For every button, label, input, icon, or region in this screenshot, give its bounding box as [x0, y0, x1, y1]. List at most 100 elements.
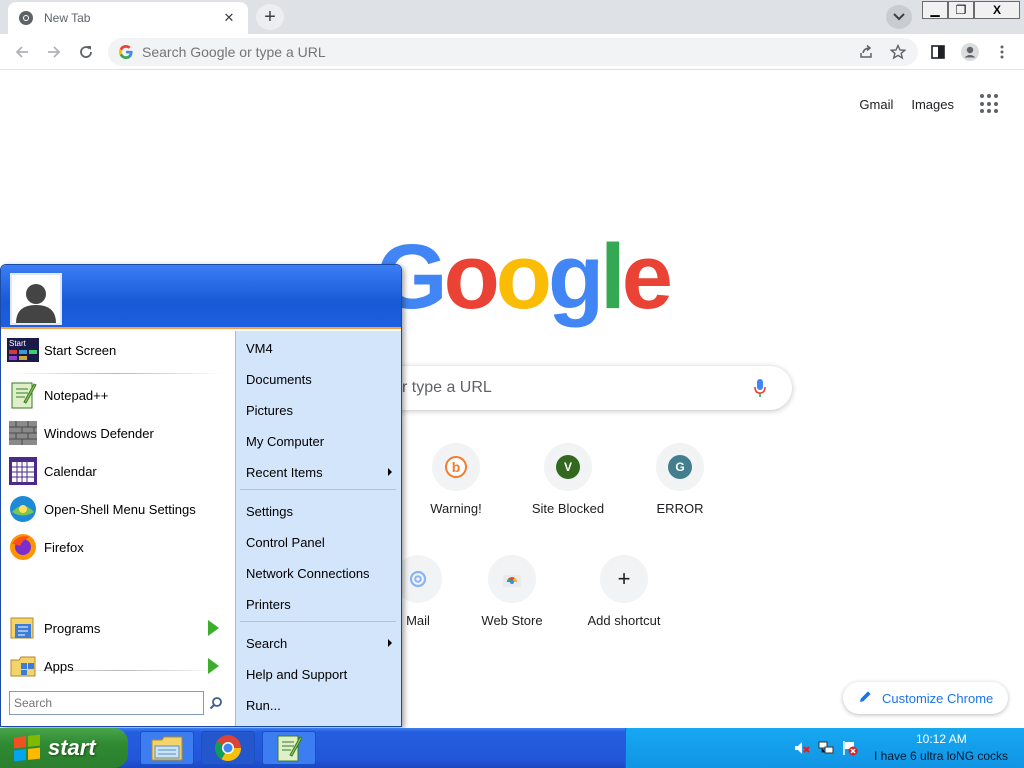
- menu-item-label: Firefox: [44, 539, 84, 555]
- browser-toolbar: [0, 34, 1024, 70]
- shortcut-label: Add shortcut: [587, 613, 661, 628]
- network-icon[interactable]: [818, 740, 834, 756]
- shortcut-label: Warning!: [430, 501, 482, 516]
- new-tab-button[interactable]: +: [256, 4, 284, 30]
- close-window-button[interactable]: X: [974, 1, 1020, 19]
- user-avatar-icon[interactable]: [10, 273, 62, 325]
- menu-item-control-panel[interactable]: Control Panel: [246, 530, 392, 554]
- shortcut-web-store[interactable]: Web Store: [456, 555, 568, 667]
- tab-title: New Tab: [44, 11, 91, 25]
- taskbar-chrome-button[interactable]: [201, 731, 255, 765]
- start-menu: Start Start Screen Notepad++ Windows Def…: [0, 264, 402, 727]
- shortcut-add[interactable]: + Add shortcut: [568, 555, 680, 667]
- profile-avatar-icon[interactable]: [958, 40, 982, 64]
- forward-icon[interactable]: [40, 38, 68, 66]
- svg-text:Start: Start: [9, 339, 27, 348]
- programs-icon: [7, 612, 39, 644]
- side-panel-icon[interactable]: [926, 40, 950, 64]
- menu-item-notepadpp[interactable]: Notepad++: [7, 378, 229, 412]
- volume-muted-icon[interactable]: [794, 740, 810, 756]
- menu-item-calendar[interactable]: Calendar: [7, 454, 229, 488]
- menu-item-programs[interactable]: Programs: [7, 611, 229, 645]
- ntp-header-links: Gmail Images: [859, 94, 1000, 114]
- clock-time[interactable]: 10:12 AM: [916, 732, 967, 746]
- bookmark-star-icon[interactable]: [886, 40, 910, 64]
- back-icon[interactable]: [8, 38, 36, 66]
- google-logo: Google: [376, 226, 673, 328]
- start-label: start: [48, 735, 96, 760]
- pencil-icon: [859, 690, 872, 706]
- clock-message: I have 6 ultra loNG cocks: [874, 749, 1009, 763]
- menu-item-openshell-settings[interactable]: Open-Shell Menu Settings: [7, 492, 229, 526]
- tab-strip: New Tab ✕ + ▁ ❐ X: [0, 0, 1024, 34]
- menu-item-documents[interactable]: Documents: [246, 367, 392, 391]
- reload-icon[interactable]: [72, 38, 100, 66]
- customize-chrome-button[interactable]: Customize Chrome: [843, 682, 1008, 714]
- menu-item-settings[interactable]: Settings: [246, 499, 392, 523]
- calendar-icon: [7, 455, 39, 487]
- tab-search-button[interactable]: [886, 5, 912, 29]
- menu-item-search[interactable]: Search: [246, 631, 392, 655]
- menu-item-help-support[interactable]: Help and Support: [246, 662, 392, 686]
- menu-item-label: Calendar: [44, 463, 97, 479]
- images-link[interactable]: Images: [911, 97, 954, 112]
- menu-item-network-connections[interactable]: Network Connections: [246, 561, 392, 585]
- menu-item-windows-defender[interactable]: Windows Defender: [7, 416, 229, 450]
- submenu-arrow-icon: [208, 658, 219, 674]
- submenu-arrow-icon: [388, 468, 392, 476]
- start-menu-right-pane: VM4 Documents Pictures My Computer Recen…: [235, 331, 401, 726]
- plus-icon: +: [600, 555, 648, 603]
- share-icon[interactable]: [854, 40, 878, 64]
- menu-item-firefox[interactable]: Firefox: [7, 530, 229, 564]
- file-explorer-icon: [151, 736, 183, 761]
- ntp-search-placeholder: r type a URL: [402, 379, 492, 396]
- start-search-input[interactable]: [9, 691, 204, 715]
- taskbar-explorer-button[interactable]: [140, 731, 194, 765]
- menu-item-label: Apps: [44, 658, 74, 674]
- brick-wall-icon: [7, 417, 39, 449]
- menu-item-apps[interactable]: Apps: [7, 649, 229, 683]
- tab-new-tab[interactable]: New Tab ✕: [8, 2, 248, 34]
- gmail-link[interactable]: Gmail: [859, 97, 893, 112]
- menu-divider: [11, 373, 223, 374]
- shortcut-warning[interactable]: b Warning!: [400, 443, 512, 555]
- menu-item-run[interactable]: Run...: [246, 693, 392, 717]
- menu-item-my-computer[interactable]: My Computer: [246, 429, 392, 453]
- submenu-arrow-icon: [208, 620, 219, 636]
- submenu-arrow-icon: [388, 639, 392, 647]
- menu-item-start-screen[interactable]: Start Start Screen: [7, 333, 229, 367]
- windows-flag-icon: [14, 734, 40, 762]
- menu-item-label: Start Screen: [44, 342, 117, 358]
- close-tab-icon[interactable]: ✕: [220, 9, 238, 27]
- shortcut-site-blocked[interactable]: V Site Blocked: [512, 443, 624, 555]
- shortcut-label: Site Blocked: [531, 501, 605, 516]
- shortcut-warning-icon: b: [432, 443, 480, 491]
- menu-item-pictures[interactable]: Pictures: [246, 398, 392, 422]
- omnibox[interactable]: [108, 38, 918, 66]
- shortcut-error[interactable]: G ERROR: [624, 443, 736, 555]
- shortcut-label: Mail: [406, 613, 430, 628]
- menu-divider: [240, 621, 396, 622]
- menu-item-recent-items[interactable]: Recent Items: [246, 460, 392, 484]
- menu-kebab-icon[interactable]: [990, 40, 1014, 64]
- notepadpp-icon: [7, 379, 39, 411]
- maximize-button[interactable]: ❐: [948, 1, 974, 19]
- microphone-icon[interactable]: [748, 376, 772, 400]
- menu-divider: [240, 489, 396, 490]
- google-apps-icon[interactable]: [980, 94, 1000, 114]
- security-alert-icon[interactable]: [842, 740, 858, 756]
- menu-item-vm4[interactable]: VM4: [246, 336, 392, 360]
- shortcut-label: Web Store: [481, 613, 543, 628]
- menu-item-label: Programs: [44, 620, 101, 636]
- start-menu-header: [1, 265, 401, 329]
- google-g-icon: [119, 45, 133, 59]
- shortcut-g-icon: G: [656, 443, 704, 491]
- minimize-button[interactable]: ▁: [922, 1, 948, 19]
- taskbar: start: [0, 728, 1024, 768]
- start-button[interactable]: start: [0, 728, 128, 768]
- omnibox-input[interactable]: [142, 44, 802, 60]
- menu-item-printers[interactable]: Printers: [246, 592, 392, 616]
- search-icon[interactable]: [206, 693, 226, 713]
- taskbar-notepadpp-button[interactable]: [262, 731, 316, 765]
- chrome-icon: [214, 735, 242, 762]
